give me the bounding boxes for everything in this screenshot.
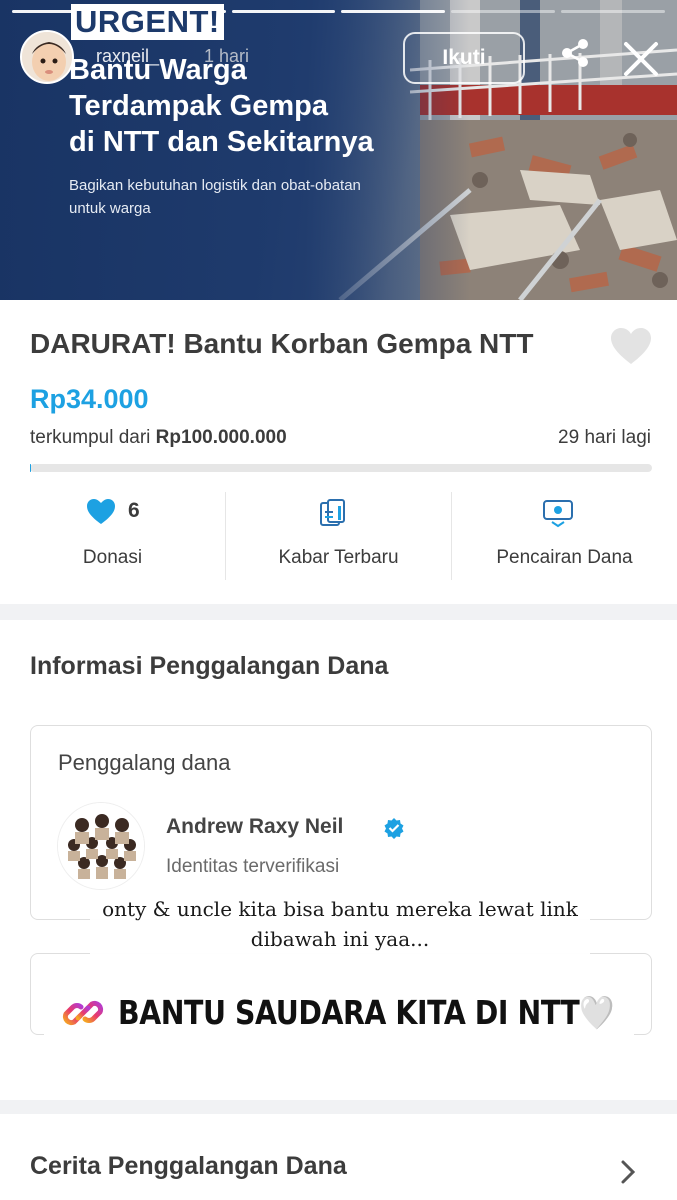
withdraw-icon <box>543 500 573 528</box>
link-sticker[interactable]: BANTU SAUDARA KITA DI NTT🤍 <box>44 975 634 1051</box>
fundraiser-label: Penggalang dana <box>58 750 231 775</box>
close-icon[interactable] <box>620 38 662 80</box>
section-title-info: Informasi Penggalangan Dana <box>30 652 389 680</box>
days-remaining: 29 hari lagi <box>558 427 651 448</box>
link-icon <box>62 1000 104 1026</box>
story-username[interactable]: raxneil_ <box>96 46 159 67</box>
campaign-summary-card: DARURAT! Bantu Korban Gempa NTT Rp34.000… <box>0 300 677 604</box>
target-amount-text: terkumpul dari Rp100.000.000 <box>30 427 287 448</box>
follow-button[interactable]: Ikuti <box>403 32 525 84</box>
stat-pencairan-dana[interactable]: Pencairan Dana <box>451 492 677 580</box>
link-sticker-text: BANTU SAUDARA KITA DI NTT🤍 <box>118 993 615 1032</box>
chevron-right-icon[interactable] <box>617 1158 639 1186</box>
stat-label-donasi: Donasi <box>82 547 143 568</box>
stat-donasi[interactable]: 6 Donasi <box>0 492 225 580</box>
hero-subtitle: Bagikan kebutuhan logistik dan obat-obat… <box>69 177 361 217</box>
fundraiser-name: Andrew Raxy Neil <box>166 815 344 838</box>
hero-title: Bantu Warga Terdampak Gempa di NTT dan S… <box>69 54 374 158</box>
campaign-story-section[interactable]: Cerita Penggalangan Dana <box>0 1114 677 1200</box>
verified-badge-icon <box>384 818 404 839</box>
campaign-hero-image: URGENT! Bantu Warga Terdampak Gempa di N… <box>0 0 677 300</box>
urgent-badge: URGENT! <box>71 4 224 40</box>
fundraiser-avatar <box>57 802 145 890</box>
story-user-avatar[interactable] <box>20 30 74 84</box>
story-timestamp: 1 hari <box>204 46 250 66</box>
family-photo-avatar <box>58 803 144 889</box>
heart-icon <box>87 499 115 524</box>
document-icon <box>320 499 345 526</box>
favorite-heart-icon[interactable] <box>609 326 653 366</box>
fundraiser-card[interactable]: Penggalang dana Andrew Raxy Neil Identit… <box>30 725 652 920</box>
share-icon[interactable] <box>558 36 592 70</box>
funding-progress-bar <box>30 464 652 472</box>
campaign-stats: 6 Donasi Kabar Terbaru Pencairan Dana <box>0 492 677 580</box>
section-title-story: Cerita Penggalangan Dana <box>30 1152 347 1180</box>
verification-status: Identitas terverifikasi <box>166 856 340 877</box>
story-caption: onty & uncle kita bisa bantu mereka lewa… <box>90 894 590 964</box>
campaign-title: DARURAT! Bantu Korban Gempa NTT <box>30 328 534 359</box>
stat-kabar-terbaru[interactable]: Kabar Terbaru <box>225 492 451 580</box>
donation-count: 6 <box>128 499 140 522</box>
amount-raised: Rp34.000 <box>30 384 149 414</box>
stat-label-kabar: Kabar Terbaru <box>278 547 399 568</box>
stat-label-pencairan: Pencairan Dana <box>496 547 633 568</box>
